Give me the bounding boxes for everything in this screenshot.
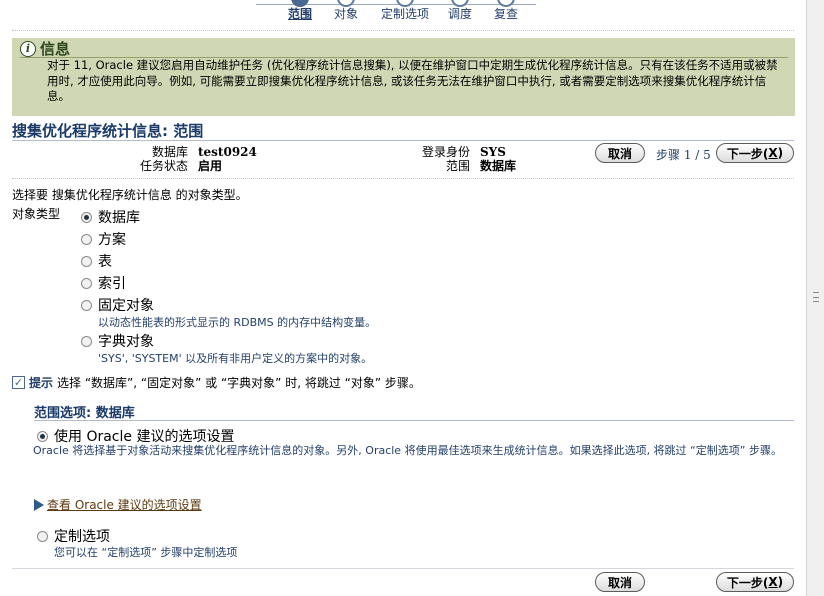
- next-close: ): [777, 575, 784, 589]
- radio-label: 固定对象: [98, 298, 154, 314]
- radio-table[interactable]: 表: [81, 251, 112, 271]
- task-status-value: 启用: [198, 159, 223, 173]
- title-rule: [12, 140, 794, 141]
- radio-button[interactable]: [81, 335, 92, 347]
- train-step-label: 复查: [494, 7, 519, 21]
- next-label: 下一步(: [726, 575, 769, 590]
- radio-button[interactable]: [37, 430, 48, 442]
- intro-text: 选择要 搜集优化程序统计信息 的对象类型。: [12, 188, 248, 202]
- view-settings-text[interactable]: 查看 Oracle 建议的选项设置: [47, 496, 202, 513]
- radio-button[interactable]: [37, 530, 48, 542]
- section-rule: [34, 420, 794, 421]
- vertical-scrollbar[interactable]: [806, 0, 824, 596]
- step-label: 步骤: [656, 148, 681, 162]
- fixed-objects-desc: 以动态性能表的形式显示的 RDBMS 的内存中结构变量。: [98, 316, 377, 329]
- next-accel: X: [768, 146, 778, 160]
- radio-label: 方案: [98, 232, 126, 248]
- train-step-label: 调度: [448, 7, 473, 21]
- train-step-label: 范围: [288, 7, 313, 21]
- train-step-label: 定制选项: [381, 7, 430, 21]
- task-status-row: 任务状态 启用: [136, 157, 222, 174]
- train-step-objects[interactable]: 对象: [334, 0, 359, 22]
- task-status-label: 任务状态: [139, 159, 188, 173]
- next-label: 下一步(: [726, 146, 769, 161]
- train-step-label: 对象: [334, 7, 359, 21]
- radio-custom-options[interactable]: 定制选项: [37, 526, 110, 546]
- cancel-label: 取消: [607, 146, 632, 161]
- info-icon: i: [20, 40, 36, 57]
- radio-button[interactable]: [81, 233, 92, 245]
- train-dot-icon: [497, 0, 515, 7]
- cancel-button[interactable]: 取消: [595, 143, 645, 163]
- train-step-custom-options[interactable]: 定制选项: [381, 0, 430, 22]
- step-value: 1 / 5: [683, 148, 711, 162]
- checkmark-icon: ✓: [12, 376, 25, 389]
- expand-triangle-icon[interactable]: [34, 498, 44, 511]
- info-title: i 信息: [20, 38, 70, 59]
- radio-label: 数据库: [98, 210, 140, 226]
- radio-button[interactable]: [81, 299, 92, 311]
- radio-label: 表: [98, 254, 112, 270]
- radio-button[interactable]: [81, 211, 92, 223]
- radio-index[interactable]: 索引: [81, 273, 126, 293]
- dictionary-objects-desc: 'SYS', 'SYSTEM' 以及所有非用户定义的方案中的对象。: [98, 352, 373, 365]
- train-dot-icon: [291, 0, 309, 7]
- radio-label: 使用 Oracle 建议的选项设置: [54, 429, 235, 445]
- radio-use-oracle-settings[interactable]: 使用 Oracle 建议的选项设置: [37, 426, 234, 446]
- section-title: 范围选项: 数据库: [34, 406, 135, 421]
- radio-label: 字典对象: [98, 334, 154, 350]
- info-box: i 信息 对于 11, Oracle 建议您启用自动维护任务 (优化程序统计信息…: [12, 38, 795, 116]
- footer-next-button[interactable]: 下一步(X): [716, 572, 794, 592]
- tip-label: 提示: [29, 376, 54, 390]
- divider: [12, 30, 794, 31]
- next-button[interactable]: 下一步(X): [716, 143, 794, 163]
- radio-fixed-objects[interactable]: 固定对象: [81, 295, 154, 315]
- info-title-text: 信息: [40, 40, 71, 58]
- page-title: 搜集优化程序统计信息: 范围: [12, 122, 204, 140]
- radio-dictionary-objects[interactable]: 字典对象: [81, 331, 154, 351]
- divider: [12, 178, 794, 179]
- tip: ✓ 提示 选择 “数据库”, “固定对象” 或 “字典对象” 时, 将跳过 “对…: [12, 374, 421, 391]
- train-dot-icon: [337, 0, 355, 7]
- radio-button[interactable]: [81, 255, 92, 267]
- scope-label: 范围: [445, 159, 470, 173]
- next-accel: X: [768, 575, 778, 589]
- object-type-label: 对象类型: [12, 207, 61, 221]
- tip-text: 选择 “数据库”, “固定对象” 或 “字典对象” 时, 将跳过 “对象” 步骤…: [57, 376, 421, 390]
- train-step-scope[interactable]: 范围: [288, 0, 313, 22]
- use-oracle-desc: Oracle 将选择基于对象活动来搜集优化程序统计信息的对象。另外, Oracl…: [33, 444, 782, 457]
- scope-value: 数据库: [480, 159, 517, 173]
- train-navigation: 范围 对象 定制选项 调度 复查: [0, 0, 806, 24]
- train-step-schedule[interactable]: 调度: [448, 0, 473, 22]
- next-close: ): [777, 146, 784, 160]
- view-settings-link[interactable]: 查看 Oracle 建议的选项设置: [34, 496, 202, 513]
- train-step-review[interactable]: 复查: [494, 0, 519, 22]
- step-indicator: 步骤 1 / 5: [656, 146, 711, 163]
- radio-button[interactable]: [81, 277, 92, 289]
- radio-schema[interactable]: 方案: [81, 229, 126, 249]
- train-dot-icon: [451, 0, 469, 7]
- radio-database[interactable]: 数据库: [81, 207, 140, 227]
- footer-cancel-button[interactable]: 取消: [595, 572, 645, 592]
- custom-options-desc: 您可以在 “定制选项” 步骤中定制选项: [54, 546, 238, 559]
- scope-row: 范围 数据库: [418, 157, 516, 174]
- radio-label: 索引: [98, 276, 126, 292]
- radio-label: 定制选项: [54, 529, 110, 545]
- footer-rule: [12, 568, 794, 569]
- info-text: 对于 11, Oracle 建议您启用自动维护任务 (优化程序统计信息搜集), …: [47, 58, 778, 103]
- cancel-label: 取消: [607, 575, 632, 590]
- train-dot-icon: [396, 0, 414, 7]
- scroll-grip-icon[interactable]: [813, 292, 819, 302]
